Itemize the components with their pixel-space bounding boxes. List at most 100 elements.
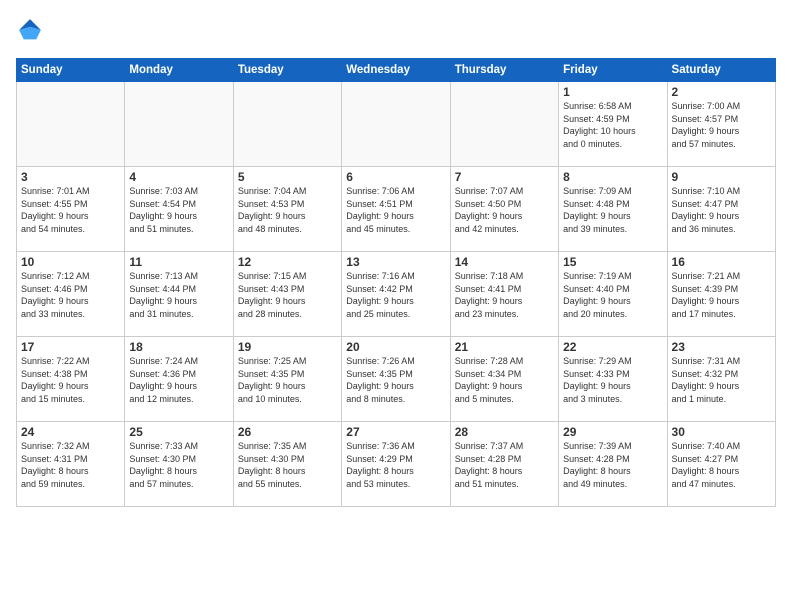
day-info: Sunrise: 7:40 AMSunset: 4:27 PMDaylight:… [672,440,771,490]
calendar-header-monday: Monday [125,59,233,82]
day-number: 24 [21,425,120,439]
calendar-cell: 9Sunrise: 7:10 AMSunset: 4:47 PMDaylight… [667,167,775,252]
day-info: Sunrise: 7:26 AMSunset: 4:35 PMDaylight:… [346,355,445,405]
logo [16,16,48,44]
calendar-header-wednesday: Wednesday [342,59,450,82]
calendar-header-friday: Friday [559,59,667,82]
day-number: 30 [672,425,771,439]
page: SundayMondayTuesdayWednesdayThursdayFrid… [0,0,792,517]
day-number: 23 [672,340,771,354]
day-info: Sunrise: 7:22 AMSunset: 4:38 PMDaylight:… [21,355,120,405]
calendar-cell: 5Sunrise: 7:04 AMSunset: 4:53 PMDaylight… [233,167,341,252]
day-number: 21 [455,340,554,354]
day-info: Sunrise: 7:00 AMSunset: 4:57 PMDaylight:… [672,100,771,150]
calendar-cell: 15Sunrise: 7:19 AMSunset: 4:40 PMDayligh… [559,252,667,337]
calendar-cell [450,82,558,167]
day-number: 16 [672,255,771,269]
day-info: Sunrise: 7:18 AMSunset: 4:41 PMDaylight:… [455,270,554,320]
calendar-cell: 23Sunrise: 7:31 AMSunset: 4:32 PMDayligh… [667,337,775,422]
day-number: 4 [129,170,228,184]
calendar-week-5: 24Sunrise: 7:32 AMSunset: 4:31 PMDayligh… [17,422,776,507]
day-info: Sunrise: 7:04 AMSunset: 4:53 PMDaylight:… [238,185,337,235]
calendar-cell [342,82,450,167]
day-info: Sunrise: 7:06 AMSunset: 4:51 PMDaylight:… [346,185,445,235]
calendar-week-4: 17Sunrise: 7:22 AMSunset: 4:38 PMDayligh… [17,337,776,422]
calendar-cell: 24Sunrise: 7:32 AMSunset: 4:31 PMDayligh… [17,422,125,507]
calendar-cell: 28Sunrise: 7:37 AMSunset: 4:28 PMDayligh… [450,422,558,507]
calendar-cell: 25Sunrise: 7:33 AMSunset: 4:30 PMDayligh… [125,422,233,507]
day-number: 6 [346,170,445,184]
day-number: 11 [129,255,228,269]
day-info: Sunrise: 7:21 AMSunset: 4:39 PMDaylight:… [672,270,771,320]
calendar-cell [125,82,233,167]
calendar-cell: 8Sunrise: 7:09 AMSunset: 4:48 PMDaylight… [559,167,667,252]
day-info: Sunrise: 7:39 AMSunset: 4:28 PMDaylight:… [563,440,662,490]
calendar-week-3: 10Sunrise: 7:12 AMSunset: 4:46 PMDayligh… [17,252,776,337]
day-number: 1 [563,85,662,99]
calendar-cell: 20Sunrise: 7:26 AMSunset: 4:35 PMDayligh… [342,337,450,422]
day-info: Sunrise: 7:13 AMSunset: 4:44 PMDaylight:… [129,270,228,320]
day-info: Sunrise: 7:28 AMSunset: 4:34 PMDaylight:… [455,355,554,405]
day-info: Sunrise: 7:12 AMSunset: 4:46 PMDaylight:… [21,270,120,320]
day-number: 5 [238,170,337,184]
calendar-cell: 11Sunrise: 7:13 AMSunset: 4:44 PMDayligh… [125,252,233,337]
day-number: 18 [129,340,228,354]
day-number: 12 [238,255,337,269]
calendar-cell: 4Sunrise: 7:03 AMSunset: 4:54 PMDaylight… [125,167,233,252]
calendar-cell: 10Sunrise: 7:12 AMSunset: 4:46 PMDayligh… [17,252,125,337]
calendar-cell: 13Sunrise: 7:16 AMSunset: 4:42 PMDayligh… [342,252,450,337]
calendar-cell: 12Sunrise: 7:15 AMSunset: 4:43 PMDayligh… [233,252,341,337]
day-info: Sunrise: 7:10 AMSunset: 4:47 PMDaylight:… [672,185,771,235]
day-info: Sunrise: 7:25 AMSunset: 4:35 PMDaylight:… [238,355,337,405]
calendar-cell: 30Sunrise: 7:40 AMSunset: 4:27 PMDayligh… [667,422,775,507]
day-number: 14 [455,255,554,269]
day-info: Sunrise: 7:29 AMSunset: 4:33 PMDaylight:… [563,355,662,405]
day-info: Sunrise: 7:03 AMSunset: 4:54 PMDaylight:… [129,185,228,235]
day-info: Sunrise: 7:15 AMSunset: 4:43 PMDaylight:… [238,270,337,320]
calendar-cell: 17Sunrise: 7:22 AMSunset: 4:38 PMDayligh… [17,337,125,422]
day-info: Sunrise: 6:58 AMSunset: 4:59 PMDaylight:… [563,100,662,150]
day-number: 3 [21,170,120,184]
calendar-cell: 26Sunrise: 7:35 AMSunset: 4:30 PMDayligh… [233,422,341,507]
calendar-table: SundayMondayTuesdayWednesdayThursdayFrid… [16,58,776,507]
day-number: 2 [672,85,771,99]
header [16,16,776,44]
day-info: Sunrise: 7:16 AMSunset: 4:42 PMDaylight:… [346,270,445,320]
calendar-header-thursday: Thursday [450,59,558,82]
calendar-cell: 3Sunrise: 7:01 AMSunset: 4:55 PMDaylight… [17,167,125,252]
day-number: 27 [346,425,445,439]
day-number: 19 [238,340,337,354]
calendar-header-sunday: Sunday [17,59,125,82]
day-number: 22 [563,340,662,354]
day-number: 29 [563,425,662,439]
day-info: Sunrise: 7:36 AMSunset: 4:29 PMDaylight:… [346,440,445,490]
day-number: 9 [672,170,771,184]
day-number: 8 [563,170,662,184]
calendar-cell [233,82,341,167]
day-number: 13 [346,255,445,269]
day-info: Sunrise: 7:32 AMSunset: 4:31 PMDaylight:… [21,440,120,490]
day-info: Sunrise: 7:33 AMSunset: 4:30 PMDaylight:… [129,440,228,490]
calendar-cell: 18Sunrise: 7:24 AMSunset: 4:36 PMDayligh… [125,337,233,422]
day-number: 26 [238,425,337,439]
calendar-cell [17,82,125,167]
day-info: Sunrise: 7:07 AMSunset: 4:50 PMDaylight:… [455,185,554,235]
day-number: 10 [21,255,120,269]
calendar-cell: 1Sunrise: 6:58 AMSunset: 4:59 PMDaylight… [559,82,667,167]
day-number: 7 [455,170,554,184]
calendar-cell: 2Sunrise: 7:00 AMSunset: 4:57 PMDaylight… [667,82,775,167]
calendar-cell: 16Sunrise: 7:21 AMSunset: 4:39 PMDayligh… [667,252,775,337]
day-info: Sunrise: 7:31 AMSunset: 4:32 PMDaylight:… [672,355,771,405]
day-number: 28 [455,425,554,439]
day-info: Sunrise: 7:35 AMSunset: 4:30 PMDaylight:… [238,440,337,490]
calendar-week-2: 3Sunrise: 7:01 AMSunset: 4:55 PMDaylight… [17,167,776,252]
day-number: 25 [129,425,228,439]
day-number: 20 [346,340,445,354]
calendar-header-saturday: Saturday [667,59,775,82]
day-number: 17 [21,340,120,354]
calendar-cell: 6Sunrise: 7:06 AMSunset: 4:51 PMDaylight… [342,167,450,252]
logo-icon [16,16,44,44]
day-info: Sunrise: 7:19 AMSunset: 4:40 PMDaylight:… [563,270,662,320]
day-info: Sunrise: 7:37 AMSunset: 4:28 PMDaylight:… [455,440,554,490]
calendar-cell: 29Sunrise: 7:39 AMSunset: 4:28 PMDayligh… [559,422,667,507]
